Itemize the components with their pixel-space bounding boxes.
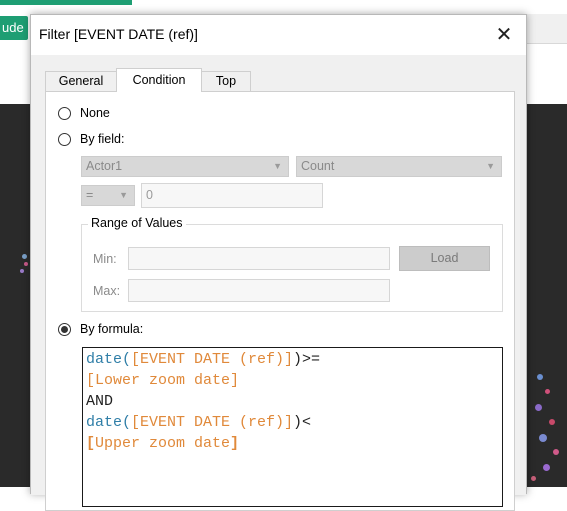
background-panel-right [527, 44, 567, 104]
formula-field: [EVENT DATE (ref)] [131, 351, 294, 368]
formula-field: Upper zoom date [95, 435, 231, 452]
aggregation-select-value: Count [301, 159, 335, 173]
dialog-body: General Condition Top None By field: Act… [31, 55, 526, 511]
tab-top[interactable]: Top [201, 71, 251, 91]
load-button[interactable]: Load [399, 246, 490, 271]
field-select[interactable]: Actor1 ▼ [81, 156, 289, 177]
range-group-label: Range of Values [88, 216, 186, 230]
formula-line-4: date([EVENT DATE (ref)])< [86, 412, 499, 433]
condition-panel: None By field: Actor1 ▼ Count ▼ = ▼ 0 Ra… [45, 91, 515, 511]
min-input[interactable] [128, 247, 390, 270]
background-window-edge [527, 14, 567, 44]
formula-operator: )>= [293, 351, 321, 368]
max-input[interactable] [128, 279, 390, 302]
max-label: Max: [93, 284, 121, 298]
operator-select[interactable]: = ▼ [81, 185, 135, 206]
radio-none-circle[interactable] [58, 106, 71, 120]
radio-by-formula[interactable]: By formula: [58, 322, 143, 336]
tab-condition[interactable]: Condition [116, 68, 202, 92]
operator-select-value: = [86, 188, 94, 202]
formula-line-3: AND [86, 391, 499, 412]
min-label: Min: [93, 252, 117, 266]
dialog-titlebar: Filter [EVENT DATE (ref)] ✕ [31, 15, 526, 55]
formula-function: date( [86, 414, 132, 431]
radio-by-field[interactable]: By field: [58, 132, 124, 146]
background-button[interactable]: ude [0, 16, 28, 40]
field-select-value: Actor1 [86, 159, 123, 173]
background-accent-strip [0, 0, 132, 5]
radio-by-formula-label: By formula: [80, 322, 144, 336]
formula-function: date( [86, 351, 132, 368]
tab-general[interactable]: General [45, 71, 117, 91]
radio-by-field-label: By field: [80, 132, 125, 146]
formula-editor[interactable]: date([EVENT DATE (ref)])>= [Lower zoom d… [82, 347, 503, 507]
formula-keyword: AND [86, 393, 114, 410]
background-map-right [527, 104, 567, 487]
chevron-down-icon: ▼ [273, 161, 282, 171]
formula-line-2: [Lower zoom date] [86, 370, 499, 391]
chevron-down-icon: ▼ [486, 161, 495, 171]
radio-by-field-circle[interactable] [58, 132, 71, 146]
background-map-left [0, 104, 32, 487]
radio-by-formula-circle[interactable] [58, 322, 71, 336]
formula-field: [EVENT DATE (ref)] [131, 414, 294, 431]
range-of-values-group: Range of Values Min: Load Max: [81, 216, 503, 312]
close-icon[interactable]: ✕ [482, 15, 526, 53]
formula-line-1: date([EVENT DATE (ref)])>= [86, 349, 499, 370]
formula-operator: )< [293, 414, 312, 431]
formula-line-5: [Upper zoom date] [86, 433, 499, 454]
radio-none[interactable]: None [58, 106, 110, 120]
value-input[interactable]: 0 [141, 183, 323, 208]
chevron-down-icon: ▼ [119, 190, 128, 200]
dialog-title: Filter [EVENT DATE (ref)] [39, 26, 198, 42]
radio-none-label: None [80, 106, 110, 120]
formula-bracket: ] [230, 435, 240, 452]
aggregation-select[interactable]: Count ▼ [296, 156, 502, 177]
filter-dialog: Filter [EVENT DATE (ref)] ✕ General Cond… [30, 14, 527, 511]
formula-field: [Lower zoom date] [86, 372, 240, 389]
formula-bracket: [ [86, 435, 96, 452]
